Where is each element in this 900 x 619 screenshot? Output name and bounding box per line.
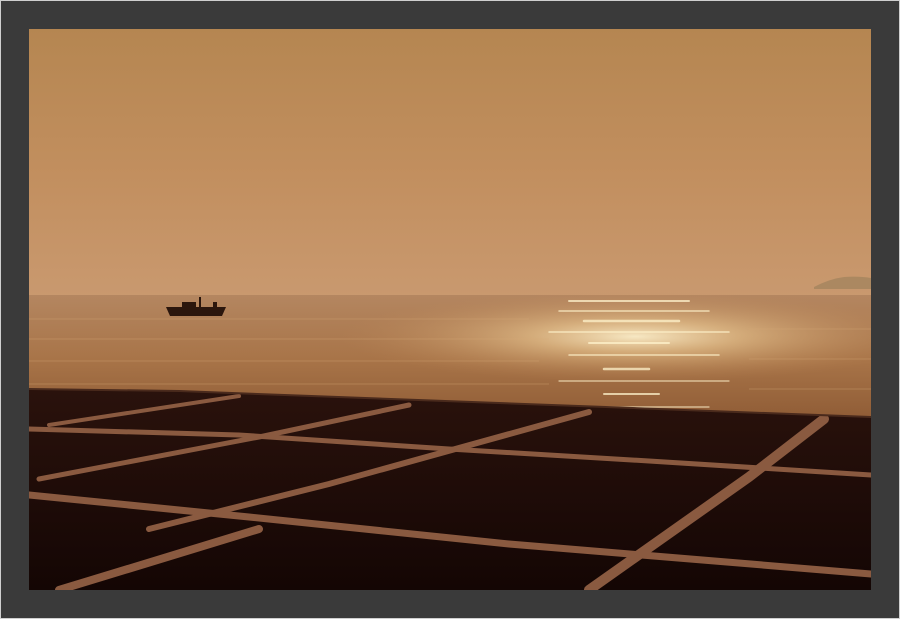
sky: [29, 29, 871, 297]
sunset-photo: [29, 29, 871, 590]
photo-canvas: [29, 29, 871, 590]
photo-frame: [0, 0, 900, 619]
